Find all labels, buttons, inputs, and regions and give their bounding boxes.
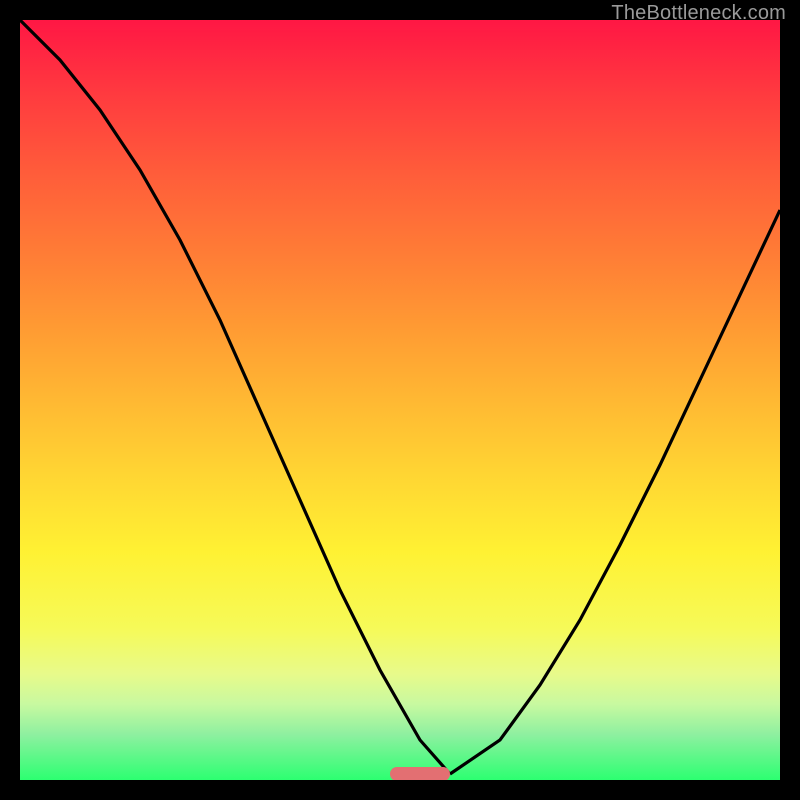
plot-area [20,20,780,780]
right-curve-path [450,210,780,774]
bottleneck-curve [20,20,780,780]
chart-frame: TheBottleneck.com [0,0,800,800]
left-curve-path [20,20,450,774]
minimum-marker [390,767,450,780]
